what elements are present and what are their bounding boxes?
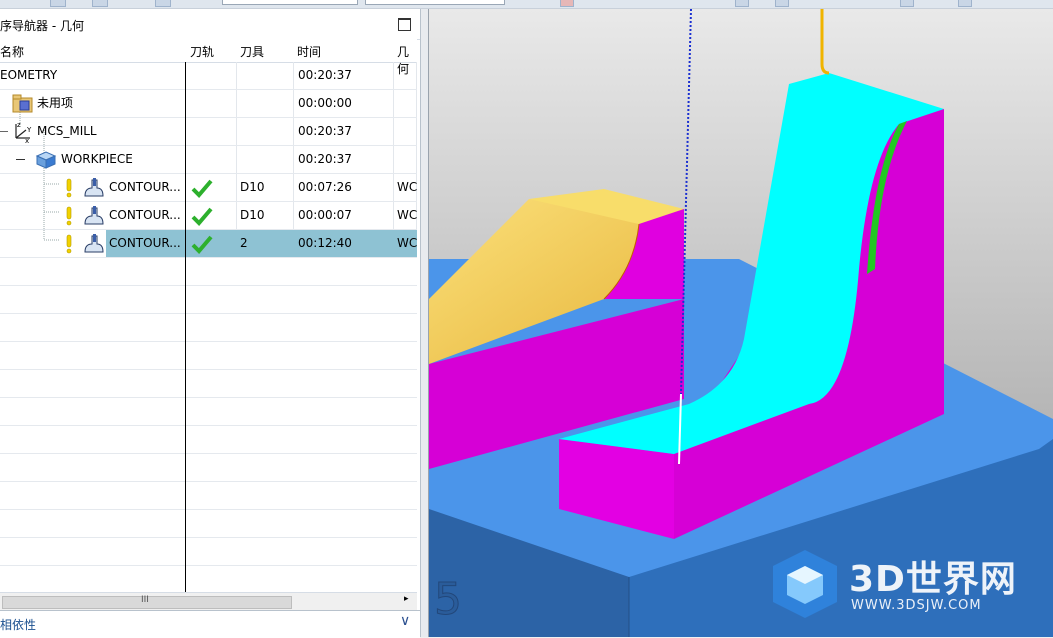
row-name: EOMETRY (0, 68, 58, 82)
tree-row-operation[interactable]: CONTOUR... D10 00:00:07 WC (0, 202, 417, 230)
contour-operation-icon (84, 178, 104, 197)
toolbar-input[interactable] (365, 0, 505, 5)
row-time: 00:20:37 (298, 68, 352, 82)
row-name: CONTOUR... (109, 208, 181, 222)
row-name: MCS_MILL (37, 124, 97, 138)
column-header-tool[interactable]: 刀具 (236, 39, 294, 63)
tree-row-unused[interactable]: 未用项 00:00:00 (0, 90, 417, 118)
watermark-url: WWW.3DSJW.COM (851, 598, 982, 613)
row-name: WORKPIECE (61, 152, 133, 166)
check-icon (191, 235, 213, 254)
panel-splitter[interactable] (421, 9, 429, 637)
model-number-label: 5 (434, 574, 462, 625)
contour-operation-icon (84, 234, 104, 253)
toolbar-button[interactable] (735, 0, 749, 7)
operation-navigator: 序导航器 - 几何 名称 刀轨 刀具 时间 几何 EOMETRY 00:20:3… (0, 9, 421, 638)
horizontal-scrollbar[interactable]: III ▸ (0, 592, 417, 610)
warning-icon (66, 206, 72, 226)
chevron-down-icon[interactable]: ∨ (400, 613, 410, 629)
row-tool: 2 (240, 236, 248, 250)
row-geometry: WC (397, 208, 418, 222)
warning-icon (66, 178, 72, 198)
row-tool: D10 (240, 208, 265, 222)
watermark: 3D世界网 WWW.3DSJW.COM (769, 546, 1049, 626)
column-header-geometry[interactable]: 几何 (393, 39, 417, 76)
watermark-title: 3D世界网 (849, 559, 1017, 600)
navigator-title: 序导航器 - 几何 (0, 19, 84, 33)
row-name: CONTOUR... (109, 236, 181, 250)
toolbar-button[interactable] (560, 0, 574, 7)
column-header-path[interactable]: 刀轨 (186, 39, 237, 63)
check-icon (191, 179, 213, 198)
navigator-title-bar: 序导航器 - 几何 (0, 9, 420, 40)
tree-row-mcs-mill[interactable]: z Y x MCS_MILL 00:20:37 (0, 118, 417, 146)
tree-row-operation-selected[interactable]: CONTOUR... 2 00:12:40 WC (0, 230, 417, 258)
column-header-name[interactable]: 名称 (0, 39, 187, 63)
row-tool: D10 (240, 180, 265, 194)
toolbar-input[interactable] (222, 0, 358, 5)
model-view[interactable]: 5 (429, 9, 1053, 637)
dependencies-label: 相依性 (0, 618, 37, 632)
row-geometry: WC (397, 236, 418, 250)
column-divider[interactable] (185, 62, 186, 593)
dependencies-panel-header[interactable]: 相依性 ∨ (0, 610, 420, 638)
row-name: 未用项 (37, 96, 74, 110)
scroll-right-icon[interactable]: ▸ (404, 594, 409, 604)
column-header-time[interactable]: 时间 (293, 39, 394, 63)
collapse-icon[interactable] (0, 131, 8, 142)
warning-icon (66, 234, 72, 254)
toolbar-button[interactable] (50, 0, 66, 7)
empty-rows (0, 258, 417, 592)
row-time: 00:12:40 (298, 236, 352, 250)
tree-row-operation[interactable]: CONTOUR... D10 00:07:26 WC (0, 174, 417, 202)
scrollbar-thumb[interactable]: III (2, 595, 292, 609)
toolbar-button[interactable] (775, 0, 789, 7)
main-toolbar (0, 0, 1053, 9)
toolbar-button[interactable] (958, 0, 972, 7)
tree-row-geometry[interactable]: EOMETRY 00:20:37 (0, 62, 417, 90)
graphics-viewport[interactable]: 5 3D世界网 WWW.3DSJW.COM (429, 9, 1053, 637)
row-name: CONTOUR... (109, 180, 181, 194)
contour-operation-icon (84, 206, 104, 225)
row-time: 00:00:00 (298, 96, 352, 110)
maximize-icon[interactable] (398, 18, 411, 31)
svg-text:x: x (25, 137, 29, 144)
workpiece-icon (35, 151, 57, 169)
check-icon (191, 207, 213, 226)
svg-text:Y: Y (26, 126, 32, 134)
toolbar-button[interactable] (900, 0, 914, 7)
row-time: 00:20:37 (298, 152, 352, 166)
row-time: 00:20:37 (298, 124, 352, 138)
logo-cube-icon (773, 550, 837, 618)
toolbar-button[interactable] (92, 0, 108, 7)
row-geometry: WC (397, 180, 418, 194)
toolbar-button[interactable] (155, 0, 171, 7)
folder-icon (12, 94, 33, 113)
row-time: 00:00:07 (298, 208, 352, 222)
collapse-icon[interactable] (16, 159, 25, 160)
row-time: 00:07:26 (298, 180, 352, 194)
coordinate-system-icon: z Y x (15, 121, 32, 144)
svg-text:z: z (17, 121, 21, 129)
tree-row-workpiece[interactable]: WORKPIECE 00:20:37 (0, 146, 417, 174)
